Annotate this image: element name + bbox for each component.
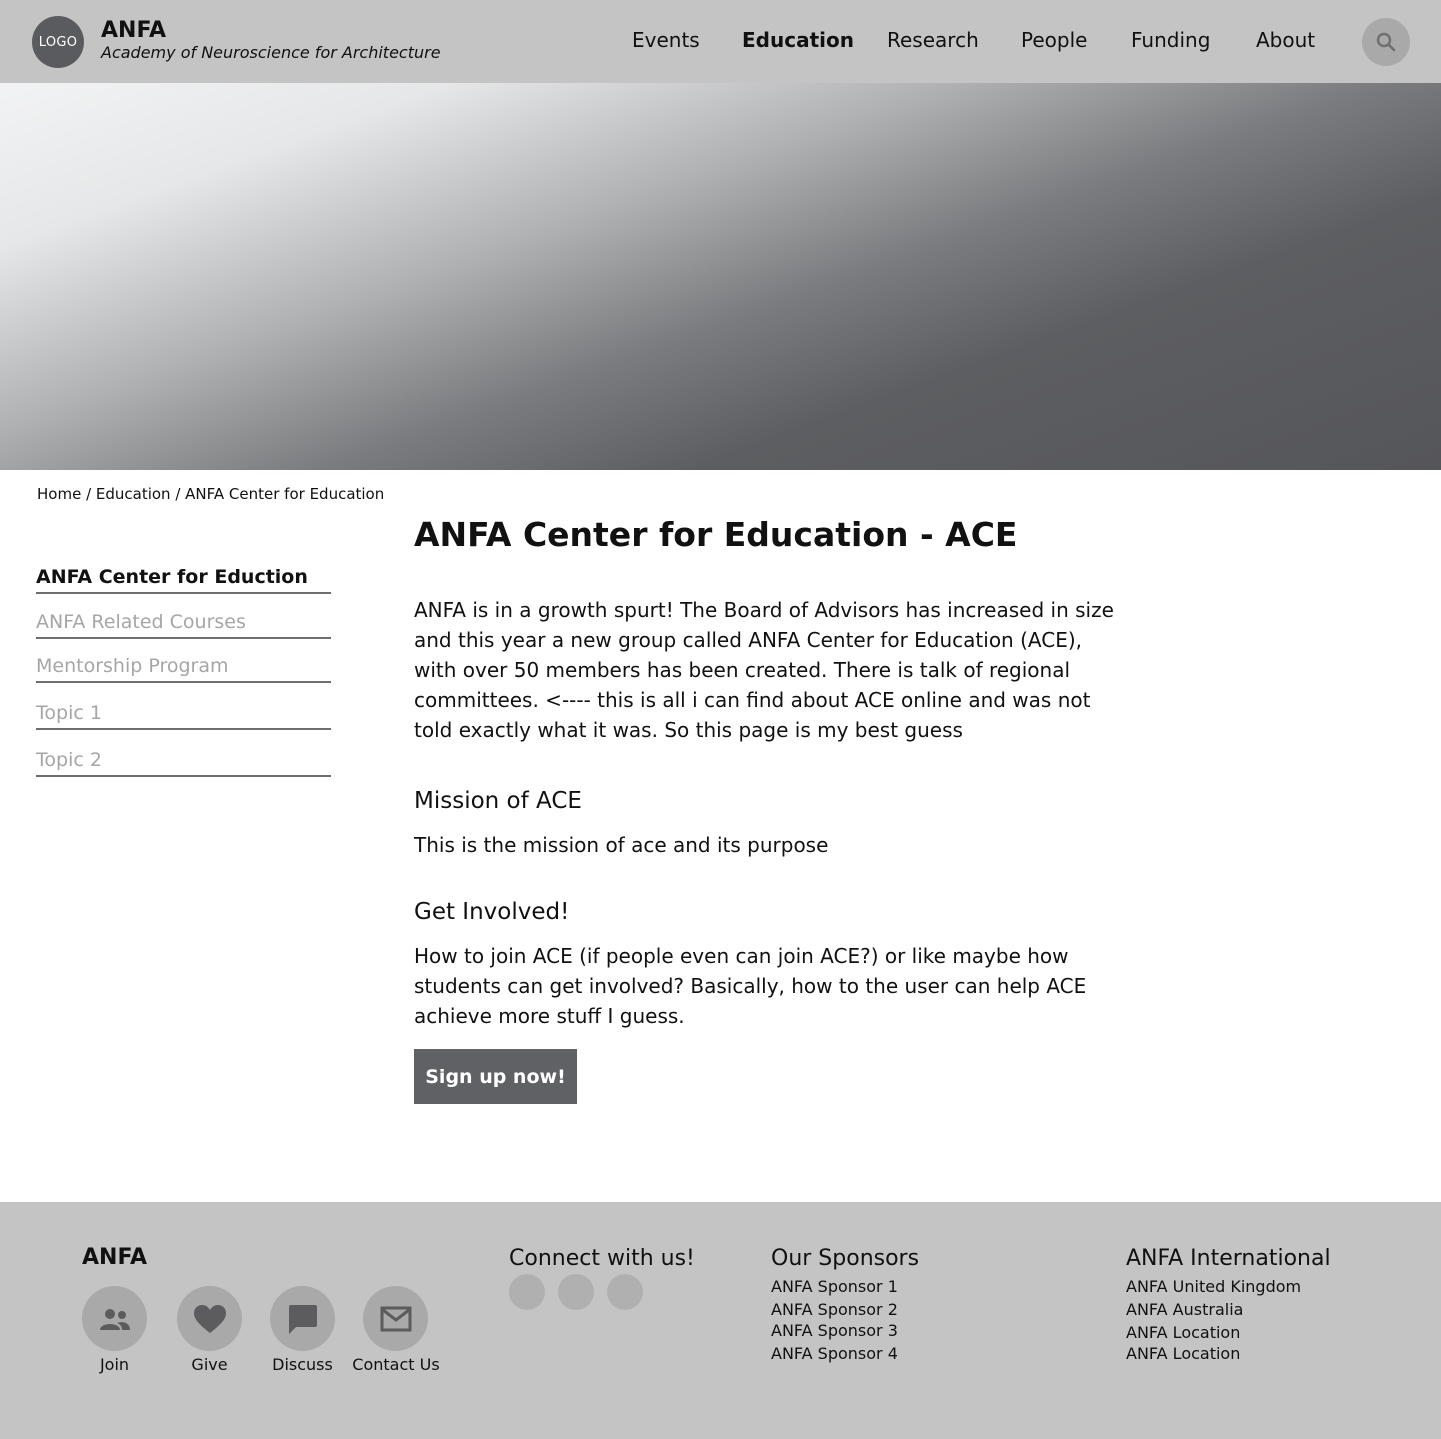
hero-image <box>0 83 1441 470</box>
brand-name[interactable]: ANFA <box>101 18 166 43</box>
sidebar-item-mentorship-program[interactable]: Mentorship Program <box>36 655 331 683</box>
sidebar-item-topic-2[interactable]: Topic 2 <box>36 749 331 777</box>
site-header: LOGO ANFA Academy of Neuroscience for Ar… <box>0 0 1441 83</box>
people-icon <box>99 1308 130 1330</box>
sponsor-link[interactable]: ANFA Sponsor 1 <box>771 1277 898 1296</box>
sponsors-heading: Our Sponsors <box>771 1246 920 1271</box>
social-link[interactable] <box>509 1274 545 1310</box>
connect-heading: Connect with us! <box>509 1246 695 1271</box>
get-involved-text: How to join ACE (if people even can join… <box>414 944 1087 1028</box>
sidebar-item-topic-1[interactable]: Topic 1 <box>36 702 331 730</box>
search-button[interactable] <box>1362 18 1410 66</box>
nav-funding[interactable]: Funding <box>1131 28 1210 52</box>
heart-icon <box>193 1304 226 1333</box>
sign-up-button[interactable]: Sign up now! <box>414 1049 577 1104</box>
sponsor-link[interactable]: ANFA Sponsor 4 <box>771 1344 898 1363</box>
international-link[interactable]: ANFA Location <box>1126 1344 1240 1363</box>
mission-text: This is the mission of ace and its purpo… <box>414 833 829 857</box>
discuss-label[interactable]: Discuss <box>268 1355 337 1374</box>
logo[interactable]: LOGO <box>32 16 84 68</box>
page-title: ANFA Center for Education - ACE <box>414 515 1018 554</box>
international-link[interactable]: ANFA United Kingdom <box>1126 1277 1301 1296</box>
logo-text: LOGO <box>38 34 78 50</box>
nav-events[interactable]: Events <box>632 28 700 52</box>
international-link[interactable]: ANFA Australia <box>1126 1300 1243 1319</box>
give-button[interactable] <box>177 1286 242 1351</box>
social-link[interactable] <box>607 1274 643 1310</box>
nav-about[interactable]: About <box>1256 28 1315 52</box>
get-involved-heading: Get Involved! <box>414 899 570 925</box>
footer-anfa-heading: ANFA <box>82 1245 147 1270</box>
sponsor-link[interactable]: ANFA Sponsor 3 <box>771 1321 898 1340</box>
give-label[interactable]: Give <box>177 1355 242 1374</box>
nav-education[interactable]: Education <box>742 28 854 52</box>
search-icon <box>1376 32 1396 52</box>
sponsor-link[interactable]: ANFA Sponsor 2 <box>771 1300 898 1319</box>
nav-people[interactable]: People <box>1021 28 1087 52</box>
brand-subtitle: Academy of Neuroscience for Architecture <box>101 43 441 62</box>
join-button[interactable] <box>82 1286 147 1351</box>
mission-heading: Mission of ACE <box>414 788 582 814</box>
breadcrumb[interactable]: Home / Education / ANFA Center for Educa… <box>37 485 384 503</box>
intro-paragraph: ANFA is in a growth spurt! The Board of … <box>414 598 1114 742</box>
discuss-button[interactable] <box>270 1286 335 1351</box>
join-label[interactable]: Join <box>82 1355 147 1374</box>
international-heading: ANFA International <box>1126 1246 1331 1271</box>
international-link[interactable]: ANFA Location <box>1126 1323 1240 1342</box>
chat-icon <box>288 1304 317 1334</box>
nav-research[interactable]: Research <box>887 28 979 52</box>
contact-us-button[interactable] <box>363 1286 428 1351</box>
sidebar-item-related-courses[interactable]: ANFA Related Courses <box>36 611 331 639</box>
contact-us-label[interactable]: Contact Us <box>350 1355 442 1374</box>
sidebar-item-center-for-education[interactable]: ANFA Center for Eduction <box>36 566 331 594</box>
mail-icon <box>380 1306 411 1331</box>
social-link[interactable] <box>558 1274 594 1310</box>
